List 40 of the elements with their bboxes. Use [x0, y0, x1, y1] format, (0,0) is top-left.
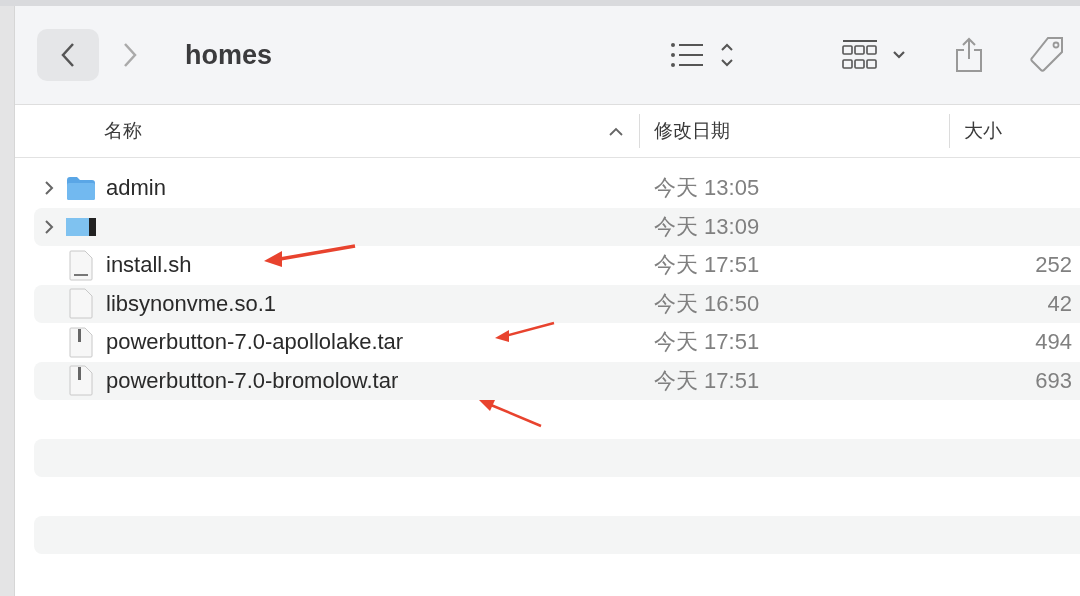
- column-header[interactable]: 大小: [949, 114, 1080, 148]
- modified-date: 今天 16:50: [653, 289, 761, 318]
- file-icon: [69, 288, 93, 320]
- redacted-block: [66, 217, 96, 236]
- archive-file-icon: [69, 326, 93, 358]
- file-name: libsynonvme.so.1: [106, 290, 276, 317]
- modified-date: 今天 17:51: [653, 251, 761, 280]
- file-row[interactable]: powerbutton-7.0-apollolake.tar 今天 17:51 494: [34, 323, 1080, 362]
- modified-date: 今天 13:09: [653, 212, 761, 241]
- share-icon: [954, 37, 984, 73]
- sort-caret-icon: [609, 126, 623, 136]
- file-name: powerbutton-7.0-apollolake.tar: [106, 329, 404, 356]
- folder-icon: [66, 175, 96, 201]
- column-header[interactable]: 名称: [15, 114, 639, 148]
- modified-date: 今天 13:05: [653, 174, 761, 203]
- window-title: homes: [185, 39, 273, 71]
- file-size: 252: [1035, 252, 1073, 279]
- file-row[interactable]: powerbutton-7.0-bromolow.tar 今天 17:51 693: [34, 361, 1080, 400]
- archive-file-icon: [69, 365, 93, 397]
- file-row[interactable]: libsynonvme.so.1 今天 16:50 42: [34, 284, 1080, 323]
- file-name: install.sh: [106, 252, 192, 279]
- arrow-annotation: [495, 321, 555, 342]
- file-size: 42: [1047, 290, 1073, 317]
- file-row[interactable]: install.sh 今天 17:51 252: [34, 246, 1080, 285]
- column-header[interactable]: 修改日期: [639, 114, 949, 148]
- modified-date: 今天 17:51: [653, 328, 761, 357]
- shell-file-icon: [69, 249, 93, 281]
- tag-icon: [1028, 36, 1066, 74]
- modified-date: 今天 17:51: [653, 366, 761, 395]
- file-name: powerbutton-7.0-bromolow.tar: [106, 367, 399, 394]
- file-row[interactable]: admin 今天 13:05: [34, 169, 1080, 208]
- chevron-right-icon: [123, 42, 137, 68]
- file-size: 693: [1035, 367, 1073, 394]
- list-icon: [670, 41, 734, 69]
- back-button[interactable]: [37, 29, 99, 81]
- file-row[interactable]: 今天 13:09: [34, 207, 1080, 246]
- file-name: admin: [106, 175, 166, 202]
- file-size: 494: [1035, 329, 1073, 356]
- chevron-left-icon: [61, 42, 75, 68]
- arrow-annotation: [479, 400, 542, 428]
